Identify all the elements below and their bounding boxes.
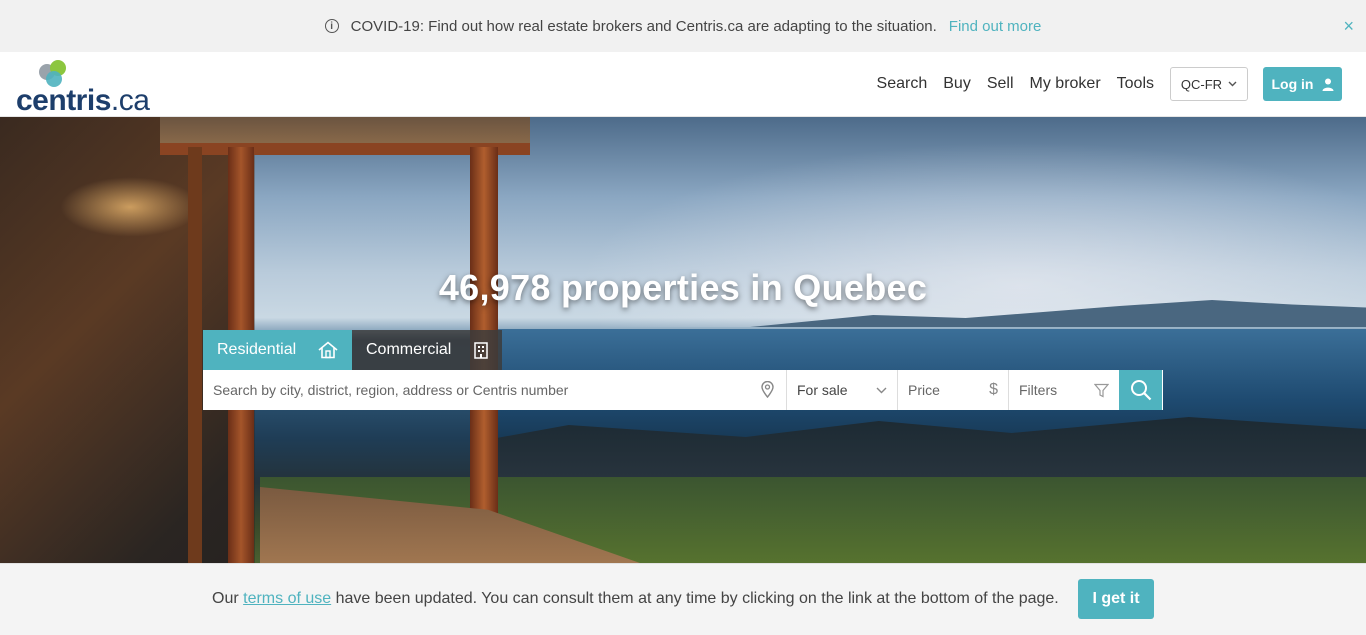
login-label: Log in bbox=[1271, 76, 1314, 92]
search-icon bbox=[1130, 380, 1151, 401]
logo-text: centris bbox=[16, 84, 111, 117]
tab-commercial[interactable]: Commercial bbox=[352, 330, 502, 370]
tab-residential-label: Residential bbox=[217, 341, 297, 358]
chevron-down-icon bbox=[876, 387, 887, 393]
main-nav: Search Buy Sell My broker Tools bbox=[877, 52, 1154, 116]
nav-tools[interactable]: Tools bbox=[1117, 75, 1154, 93]
tab-commercial-label: Commercial bbox=[366, 341, 452, 358]
nav-buy[interactable]: Buy bbox=[943, 75, 971, 93]
login-button[interactable]: Log in bbox=[1263, 67, 1342, 101]
search-field bbox=[203, 370, 787, 410]
hero-ceiling bbox=[160, 117, 530, 145]
for-sale-dropdown[interactable]: For sale bbox=[787, 370, 898, 410]
filters-button[interactable]: Filters bbox=[1009, 370, 1119, 410]
dollar-icon: $ bbox=[989, 381, 998, 398]
price-filter[interactable]: Price $ bbox=[898, 370, 1009, 410]
search-input[interactable] bbox=[213, 382, 753, 398]
price-label: Price bbox=[908, 382, 940, 398]
terms-message: Our terms of use have been updated. You … bbox=[212, 590, 1059, 608]
nav-sell[interactable]: Sell bbox=[987, 75, 1014, 93]
search-bar: For sale Price $ Filters bbox=[203, 370, 1163, 410]
for-sale-label: For sale bbox=[797, 382, 848, 398]
search-button[interactable] bbox=[1119, 370, 1162, 410]
nav-search[interactable]: Search bbox=[877, 75, 928, 93]
covid-banner: i COVID-19: Find out how real estate bro… bbox=[0, 0, 1366, 52]
language-label: QC-FR bbox=[1180, 76, 1223, 92]
hero-title: 46,978 properties in Quebec bbox=[438, 267, 928, 308]
covid-message: COVID-19: Find out how real estate broke… bbox=[350, 17, 937, 35]
tab-residential[interactable]: Residential bbox=[203, 330, 352, 370]
hero-light bbox=[60, 177, 200, 237]
hero-section: 46,978 properties in Quebec Residential … bbox=[0, 117, 1366, 563]
centris-logo[interactable]: centris.ca bbox=[16, 58, 156, 117]
i-get-it-button[interactable]: I get it bbox=[1078, 579, 1154, 619]
house-icon bbox=[318, 341, 338, 359]
funnel-icon bbox=[1094, 383, 1109, 397]
logo-ext: .ca bbox=[110, 84, 150, 117]
filters-label: Filters bbox=[1019, 382, 1058, 398]
terms-notice: Our terms of use have been updated. You … bbox=[0, 563, 1366, 635]
property-type-tabs: Residential Commercial bbox=[203, 330, 502, 370]
info-icon: i bbox=[324, 19, 339, 33]
terms-of-use-link[interactable]: terms of use bbox=[243, 590, 331, 607]
user-icon bbox=[1322, 78, 1333, 91]
terms-text-after: have been updated. You can consult them … bbox=[331, 590, 1059, 607]
chevron-down-icon bbox=[1228, 81, 1237, 87]
language-selector[interactable]: QC-FR bbox=[1170, 67, 1248, 101]
close-icon[interactable]: × bbox=[1343, 16, 1354, 37]
find-out-more-link[interactable]: Find out more bbox=[949, 18, 1042, 35]
hero-post bbox=[188, 147, 202, 563]
terms-text-before: Our bbox=[212, 590, 244, 607]
building-icon bbox=[474, 341, 488, 359]
nav-my-broker[interactable]: My broker bbox=[1030, 75, 1101, 93]
site-header: centris.ca Search Buy Sell My broker Too… bbox=[0, 52, 1366, 117]
map-pin-icon[interactable] bbox=[761, 381, 774, 398]
